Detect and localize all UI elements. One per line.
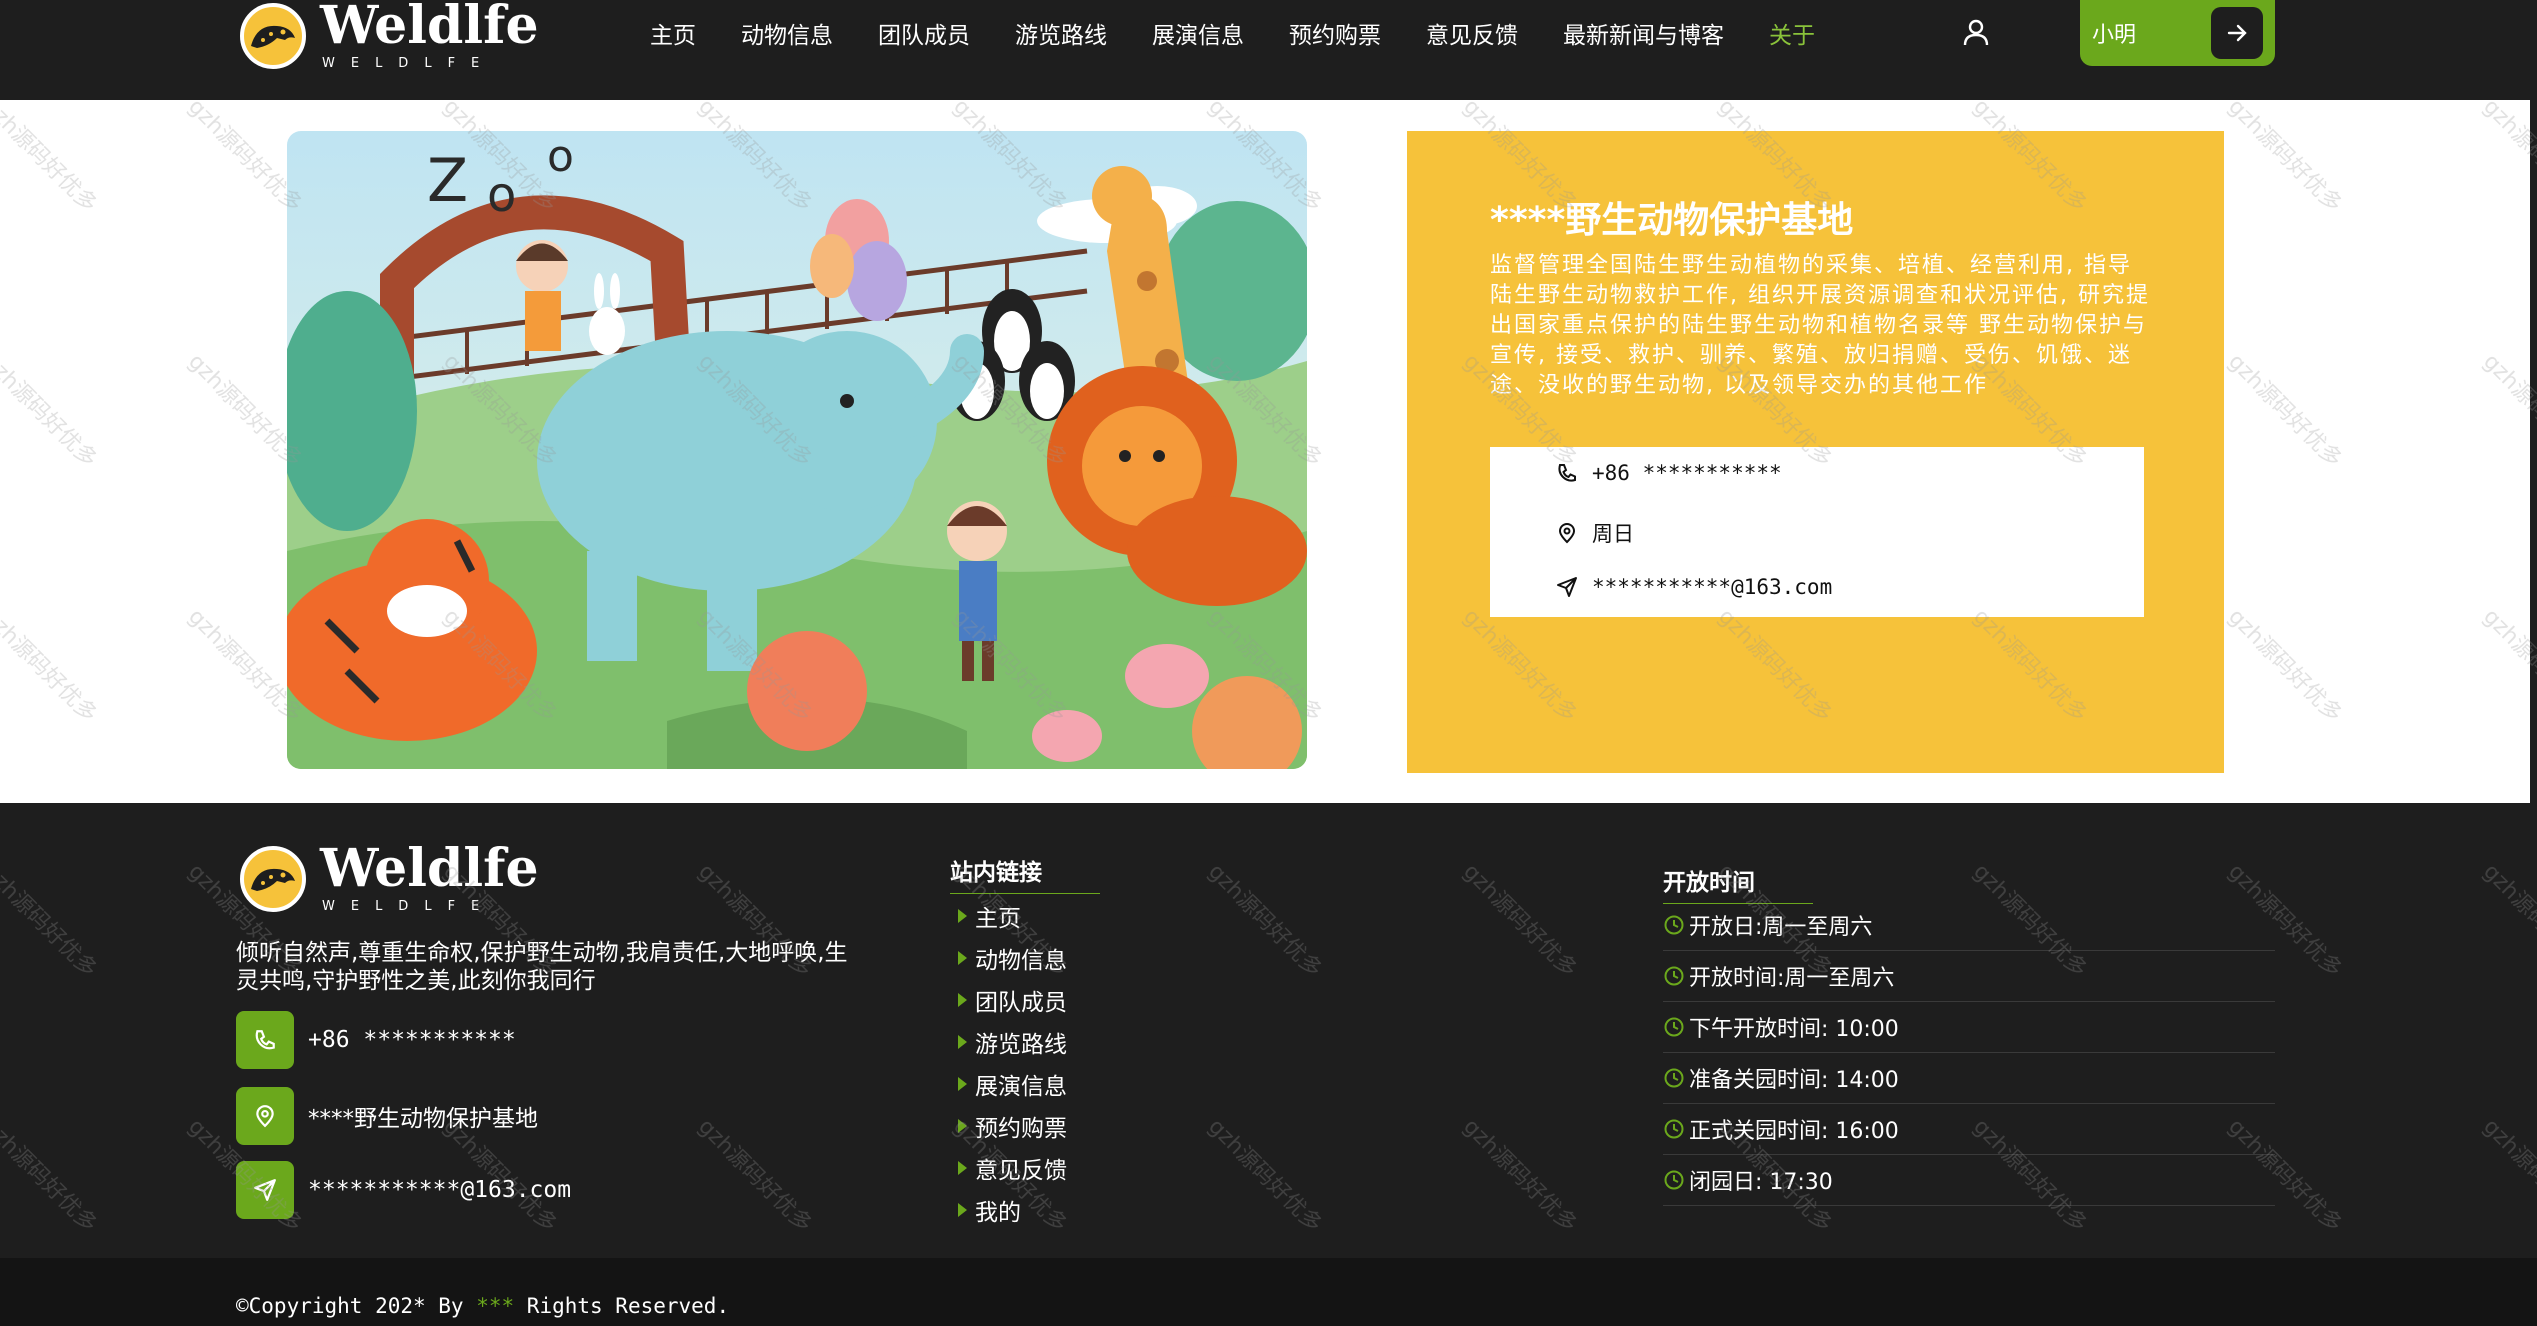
phone-icon [1558, 464, 1576, 482]
location-pin-icon [236, 1087, 294, 1145]
watermark-text: gzh源码好优多 [2478, 94, 2537, 218]
clock-icon [1664, 1170, 1684, 1190]
clock-icon [1664, 1017, 1684, 1037]
nav-shows[interactable]: 展演信息 [1152, 16, 1244, 50]
hours-row: 正式关园时间: 16:00 [1663, 1104, 2275, 1155]
footer: Weldlfe WELDLFE 倾听自然声,尊重生命权,保护野生动物,我肩责任,… [0, 803, 2537, 1258]
info-title: ****野生动物保护基地 [1490, 200, 1854, 241]
triangle-bullet-icon [958, 1203, 967, 1217]
copyright-highlight: *** [476, 1294, 515, 1318]
leopard-logo-icon [240, 845, 306, 912]
footer-logo-text: Weldlfe WELDLFE [320, 838, 539, 915]
watermark-text: gzh源码好优多 [2223, 349, 2347, 473]
arrow-right-icon[interactable] [2211, 7, 2263, 59]
triangle-bullet-icon [958, 951, 967, 965]
footer-link-tickets[interactable]: 预约购票 [958, 1105, 1067, 1147]
info-description: 监督管理全国陆生野生动植物的采集、培植、经营利用, 指导陆生野生动物救护工作, … [1490, 253, 2150, 398]
nav-team[interactable]: 团队成员 [878, 16, 970, 50]
clock-icon [1664, 1119, 1684, 1139]
user-icon[interactable] [1960, 16, 1992, 48]
footer-link-animals[interactable]: 动物信息 [958, 937, 1067, 979]
brand-name: Weldlfe [320, 0, 539, 56]
footer-address-text: ****野生动物保护基地 [308, 1106, 538, 1132]
footer-logo[interactable]: Weldlfe WELDLFE [240, 843, 539, 914]
triangle-bullet-icon [958, 993, 967, 1007]
phone-icon [236, 1011, 294, 1069]
brand-tagline: WELDLFE [322, 56, 496, 71]
send-icon [1557, 577, 1577, 597]
contact-box: +86 *********** 周日 ***********@163.com [1490, 447, 2144, 617]
hours-row: 开放日:周一至周六 [1663, 900, 2275, 951]
footer-link-home[interactable]: 主页 [958, 895, 1067, 937]
info-card: ****野生动物保护基地 监督管理全国陆生野生动植物的采集、培植、经营利用, 指… [1407, 131, 2224, 773]
logo-text: Weldlfe WELDLFE [320, 0, 539, 71]
contact-email-text: ***********@163.com [1592, 575, 1833, 599]
footer-brand-name: Weldlfe [320, 838, 539, 899]
nav-tickets[interactable]: 预约购票 [1289, 16, 1381, 50]
opening-hours-list: 开放日:周一至周六 开放时间:周一至周六 下午开放时间: 10:00 准备关园时… [1663, 900, 2275, 1206]
page-edge [2530, 100, 2537, 803]
triangle-bullet-icon [958, 1119, 967, 1133]
footer-link-feedback[interactable]: 意见反馈 [958, 1147, 1067, 1189]
leopard-logo-icon [240, 2, 306, 69]
user-profile-box[interactable]: 小明 [2080, 0, 2275, 66]
footer-link-routes[interactable]: 游览路线 [958, 1021, 1067, 1063]
clock-icon [1664, 915, 1684, 935]
footer-brand-tagline: WELDLFE [322, 899, 496, 914]
watermark-text: gzh源码好优多 [2478, 604, 2537, 728]
clock-icon [1664, 966, 1684, 986]
footer-contact-phone: +86 *********** [236, 1011, 516, 1069]
triangle-bullet-icon [958, 1161, 967, 1175]
nav-feedback[interactable]: 意见反馈 [1426, 16, 1518, 50]
main-nav: 主页 动物信息 团队成员 游览路线 展演信息 预约购票 意见反馈 最新新闻与博客… [650, 0, 1860, 66]
zoo-illustration: Z o o [287, 131, 1307, 769]
copyright-bar: ©Copyright 202* By *** Rights Reserved. [0, 1258, 2537, 1326]
triangle-bullet-icon [958, 1077, 967, 1091]
watermark-text: gzh源码好优多 [2223, 94, 2347, 218]
footer-link-mine[interactable]: 我的 [958, 1189, 1067, 1231]
contact-location: 周日 [1556, 518, 1634, 548]
watermark-text: gzh源码好优多 [0, 349, 102, 473]
contact-email: ***********@163.com [1556, 575, 1832, 599]
hours-row: 开放时间:周一至周六 [1663, 951, 2275, 1002]
hours-row: 下午开放时间: 10:00 [1663, 1002, 2275, 1053]
watermark-text: gzh源码好优多 [0, 94, 102, 218]
svg-text:o: o [487, 167, 516, 223]
user-name: 小明 [2092, 23, 2137, 48]
send-icon [236, 1161, 294, 1219]
hours-row: 闭园日: 17:30 [1663, 1155, 2275, 1206]
footer-email-text: ***********@163.com [308, 1177, 572, 1203]
location-pin-icon [1558, 523, 1576, 544]
hours-row: 准备关园时间: 14:00 [1663, 1053, 2275, 1104]
hours-heading: 开放时间 [1663, 863, 1813, 904]
contact-phone-text: +86 *********** [1592, 461, 1782, 485]
nav-home[interactable]: 主页 [650, 16, 696, 50]
nav-news[interactable]: 最新新闻与博客 [1563, 16, 1724, 50]
svg-text:Z: Z [427, 146, 468, 216]
copyright-text: ©Copyright 202* By *** Rights Reserved. [236, 1294, 730, 1318]
nav-about[interactable]: 关于 [1769, 16, 1815, 50]
footer-phone-text: +86 *********** [308, 1027, 516, 1053]
footer-contact-email: ***********@163.com [236, 1161, 571, 1219]
watermark-text: gzh源码好优多 [2478, 349, 2537, 473]
watermark-text: gzh源码好优多 [0, 604, 102, 728]
contact-phone: +86 *********** [1556, 461, 1782, 485]
nav-routes[interactable]: 游览路线 [1015, 16, 1107, 50]
footer-about-text: 倾听自然声,尊重生命权,保护野生动物,我肩责任,大地呼唤,生灵共鸣,守护野性之美… [236, 940, 848, 994]
footer-link-team[interactable]: 团队成员 [958, 979, 1067, 1021]
footer-links: 主页 动物信息 团队成员 游览路线 展演信息 预约购票 意见反馈 我的 [958, 895, 1067, 1231]
contact-location-text: 周日 [1592, 522, 1634, 546]
nav-animals[interactable]: 动物信息 [741, 16, 833, 50]
watermark-text: gzh源码好优多 [2223, 604, 2347, 728]
footer-contact-address: ****野生动物保护基地 [236, 1087, 538, 1145]
triangle-bullet-icon [958, 909, 967, 923]
header: Weldlfe WELDLFE 主页 动物信息 团队成员 游览路线 展演信息 预… [0, 0, 2537, 100]
header-logo[interactable]: Weldlfe WELDLFE [240, 0, 539, 71]
triangle-bullet-icon [958, 1035, 967, 1049]
footer-link-shows[interactable]: 展演信息 [958, 1063, 1067, 1105]
links-heading: 站内链接 [950, 853, 1100, 894]
clock-icon [1664, 1068, 1684, 1088]
svg-text:o: o [547, 131, 574, 182]
